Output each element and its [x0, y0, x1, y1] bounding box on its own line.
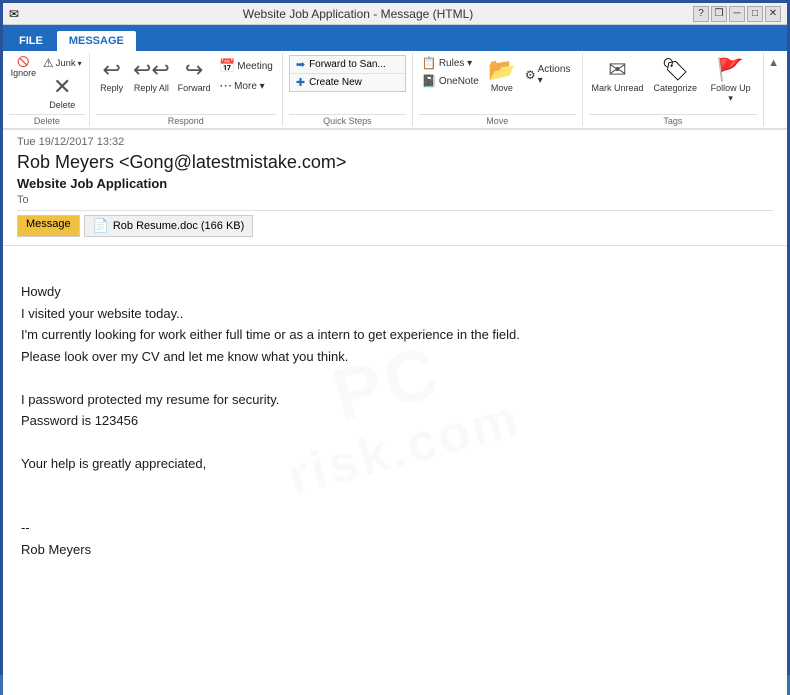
title-bar: ✉ Website Job Application - Message (HTM… — [3, 3, 787, 25]
create-new-icon: ✚ — [296, 76, 305, 89]
junk-dropdown-icon: ▾ — [78, 59, 82, 68]
create-new-button[interactable]: ✚ Create New — [290, 74, 405, 91]
body-line-sig1: -- — [21, 517, 769, 538]
categorize-icon: 🏷 — [661, 57, 689, 83]
actions-button[interactable]: ⚙ Actions ▾ — [522, 63, 576, 87]
delete-icon: ✕ — [53, 74, 71, 100]
follow-up-button[interactable]: 🚩 Follow Up ▾ — [704, 55, 757, 106]
body-line-blank1 — [21, 260, 769, 281]
forward-button[interactable]: ↪ Forward — [175, 55, 213, 95]
respond-group-label: Respond — [96, 114, 276, 126]
ribbon-group-delete: 🚫 Ignore ⚠ Junk ▾ ✕ Delete Delete — [7, 53, 90, 126]
body-line-password-protected: I password protected my resume for secur… — [21, 389, 769, 410]
tab-message-btn[interactable]: Message — [17, 215, 80, 237]
more-button[interactable]: ⋯ More ▾ — [216, 77, 276, 95]
email-body: Howdy I visited your website today.. I'm… — [3, 246, 787, 574]
ignore-icon: 🚫 — [17, 57, 29, 68]
tab-message[interactable]: MESSAGE — [57, 31, 136, 51]
body-line-blank2 — [21, 367, 769, 388]
onenote-icon: 📓 — [422, 74, 437, 88]
doc-icon: 📄 — [93, 218, 109, 234]
ribbon-group-respond: ↩ Reply ↩↩ Reply All ↪ Forward 📅 Meeting… — [90, 53, 283, 126]
move-icon: 📂 — [488, 57, 515, 83]
body-line-blank4 — [21, 474, 769, 495]
rules-button[interactable]: 📋 Rules ▾ — [419, 55, 482, 71]
body-line-howdy: Howdy — [21, 281, 769, 302]
mark-unread-icon: ✉ — [608, 57, 626, 83]
follow-up-icon: 🚩 — [717, 57, 744, 83]
mark-unread-button[interactable]: ✉ Mark Unread — [589, 55, 647, 95]
tags-group-label: Tags — [589, 114, 758, 126]
ribbon: 🚫 Ignore ⚠ Junk ▾ ✕ Delete Delete ↩ R — [3, 51, 787, 130]
email-to: To — [17, 194, 773, 206]
move-button[interactable]: 📂 Move — [484, 55, 520, 95]
minimize-button[interactable]: ─ — [729, 6, 745, 22]
ribbon-group-move: 📋 Rules ▾ 📓 OneNote 📂 Move ⚙ Actions ▾ M… — [413, 53, 583, 126]
body-line-visited: I visited your website today.. — [21, 303, 769, 324]
ribbon-group-quicksteps: ➡ Forward to San... ✚ Create New Quick S… — [283, 53, 413, 126]
ignore-button[interactable]: 🚫 Ignore — [9, 55, 38, 80]
delete-button[interactable]: ✕ Delete — [40, 72, 85, 112]
tab-file[interactable]: FILE — [7, 31, 55, 51]
attachment-bar: Message 📄 Rob Resume.doc (166 KB) — [17, 210, 773, 241]
meeting-button[interactable]: 📅 Meeting — [216, 57, 276, 75]
body-line-blank5 — [21, 496, 769, 517]
email-from: Rob Meyers <Gong@latestmistake.com> — [17, 152, 773, 173]
junk-button[interactable]: ⚠ Junk ▾ — [40, 55, 85, 71]
rules-icon: 📋 — [422, 56, 437, 70]
email-content: PC risk.com Tue 19/12/2017 13:32 Rob Mey… — [3, 130, 787, 695]
attachment-doc-btn[interactable]: 📄 Rob Resume.doc (166 KB) — [84, 215, 254, 237]
meeting-icon: 📅 — [219, 58, 235, 74]
more-icon: ⋯ — [219, 78, 232, 94]
body-line-please: Please look over my CV and let me know w… — [21, 346, 769, 367]
junk-icon: ⚠ — [43, 56, 54, 70]
reply-button[interactable]: ↩ Reply — [96, 55, 128, 95]
ribbon-group-tags: ✉ Mark Unread 🏷 Categorize 🚩 Follow Up ▾… — [583, 53, 765, 126]
body-line-looking: I'm currently looking for work either fu… — [21, 324, 769, 345]
email-date: Tue 19/12/2017 13:32 — [17, 136, 773, 148]
onenote-button[interactable]: 📓 OneNote — [419, 73, 482, 89]
forward-to-san-button[interactable]: ➡ Forward to San... — [290, 56, 405, 74]
body-line-password-value: Password is 123456 — [21, 410, 769, 431]
help-button[interactable]: ? — [693, 6, 709, 22]
categorize-button[interactable]: 🏷 Categorize — [650, 55, 700, 95]
move-group-label: Move — [419, 114, 576, 126]
title-bar-title: Website Job Application - Message (HTML) — [23, 7, 693, 21]
reply-all-button[interactable]: ↩↩ Reply All — [131, 55, 172, 95]
forward-san-icon: ➡ — [296, 58, 305, 71]
quicksteps-group-label: Quick Steps — [289, 114, 406, 126]
reply-all-icon: ↩↩ — [133, 57, 170, 83]
body-line-appreciate: Your help is greatly appreciated, — [21, 453, 769, 474]
email-header: Tue 19/12/2017 13:32 Rob Meyers <Gong@la… — [3, 130, 787, 246]
restore-button[interactable]: ❐ — [711, 6, 727, 22]
delete-group-label: Delete — [9, 114, 85, 126]
maximize-button[interactable]: □ — [747, 6, 763, 22]
body-line-sig2: Rob Meyers — [21, 539, 769, 560]
reply-icon: ↩ — [102, 57, 120, 83]
email-subject: Website Job Application — [17, 176, 773, 191]
close-button[interactable]: ✕ — [765, 6, 781, 22]
actions-icon: ⚙ — [525, 68, 536, 82]
ribbon-collapse-button[interactable]: ▲ — [764, 53, 783, 126]
forward-icon: ↪ — [185, 57, 203, 83]
tab-bar: FILE MESSAGE — [3, 25, 787, 51]
title-bar-icon: ✉ — [9, 7, 19, 21]
body-line-blank3 — [21, 432, 769, 453]
